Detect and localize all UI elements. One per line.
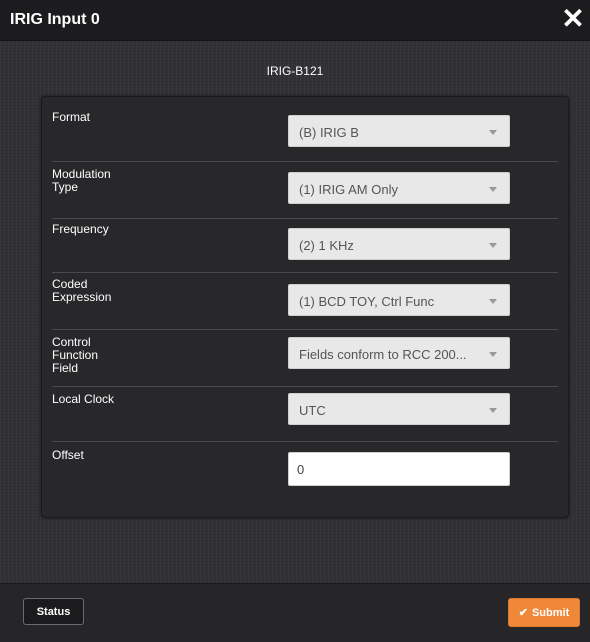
offset-label: Offset: [52, 448, 84, 462]
frequency-row: Frequency (2) 1 KHz: [52, 219, 558, 273]
coded-expression-row: Coded Expression (1) BCD TOY, Ctrl Func: [52, 273, 558, 330]
irig-mode-subtitle: IRIG-B121: [266, 64, 324, 78]
frequency-select[interactable]: (2) 1 KHz: [288, 228, 510, 260]
submit-button[interactable]: ✔ Submit: [508, 598, 580, 627]
format-label: Format: [52, 110, 91, 124]
irig-input-dialog: IRIG Input 0 ✕ IRIG-B121 Format (B) IRIG…: [0, 0, 590, 642]
chevron-down-icon: [489, 299, 497, 304]
local-clock-row: Local Clock UTC: [52, 387, 558, 442]
modulation-type-row: Modulation Type (1) IRIG AM Only: [52, 162, 558, 219]
check-icon: ✔: [518, 607, 528, 619]
dialog-titlebar: IRIG Input 0 ✕: [0, 0, 590, 41]
chevron-down-icon: [489, 243, 497, 248]
coded-expression-label: Coded Expression: [52, 277, 112, 304]
chevron-down-icon: [489, 187, 497, 192]
local-clock-select-value: UTC: [299, 403, 326, 418]
frequency-select-value: (2) 1 KHz: [299, 238, 354, 253]
chevron-down-icon: [489, 130, 497, 135]
status-button[interactable]: Status: [23, 598, 84, 625]
control-function-field-label: Control Function Field: [52, 335, 99, 375]
dialog-footer: [0, 583, 590, 642]
chevron-down-icon: [489, 352, 497, 357]
coded-expression-select-value: (1) BCD TOY, Ctrl Func: [299, 294, 435, 309]
coded-expression-select[interactable]: (1) BCD TOY, Ctrl Func: [288, 284, 510, 316]
format-select-value: (B) IRIG B: [299, 125, 359, 140]
modulation-type-select-value: (1) IRIG AM Only: [299, 182, 398, 197]
offset-row: Offset: [52, 442, 558, 508]
local-clock-select[interactable]: UTC: [288, 393, 510, 425]
modulation-type-label: Modulation Type: [52, 167, 111, 194]
settings-panel: Format (B) IRIG B Modulation Type (1) IR…: [41, 96, 569, 518]
format-row: Format (B) IRIG B: [52, 105, 558, 162]
status-button-label: Status: [36, 605, 71, 618]
control-function-field-select-value: Fields conform to RCC 200...: [299, 347, 467, 362]
close-icon[interactable]: ✕: [560, 4, 586, 34]
chevron-down-icon: [489, 408, 497, 413]
offset-input[interactable]: [288, 452, 510, 486]
control-function-field-select[interactable]: Fields conform to RCC 200...: [288, 337, 510, 369]
dialog-title: IRIG Input 0: [10, 11, 100, 28]
format-select[interactable]: (B) IRIG B: [288, 115, 510, 147]
local-clock-label: Local Clock: [52, 392, 115, 406]
frequency-label: Frequency: [52, 222, 109, 236]
control-function-field-row: Control Function Field Fields conform to…: [52, 330, 558, 387]
submit-button-label: Submit: [531, 606, 570, 619]
modulation-type-select[interactable]: (1) IRIG AM Only: [288, 172, 510, 204]
